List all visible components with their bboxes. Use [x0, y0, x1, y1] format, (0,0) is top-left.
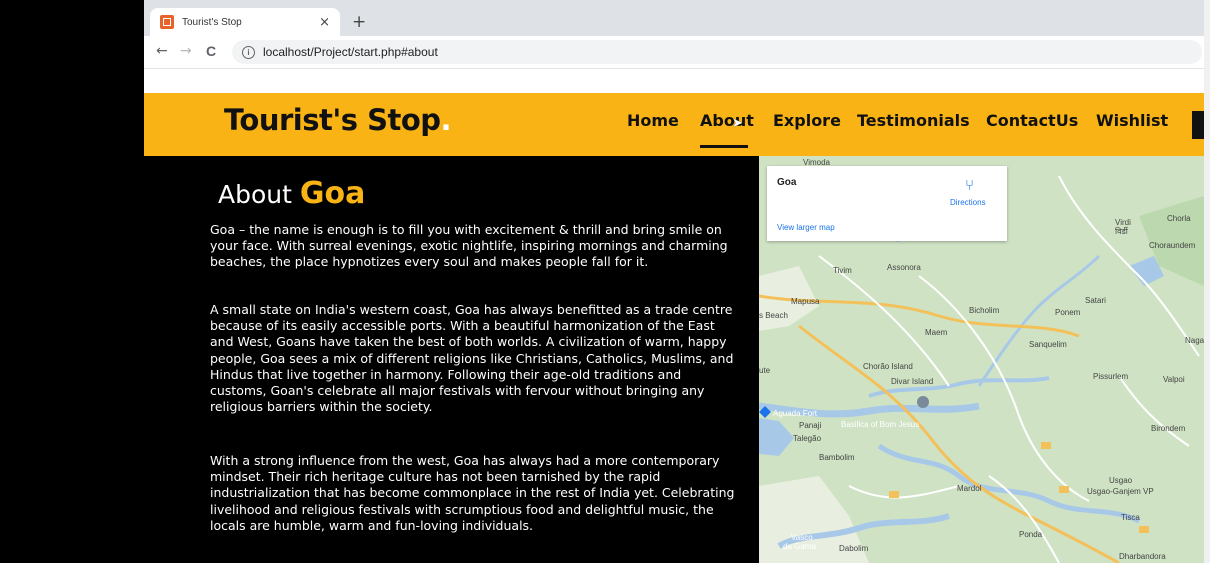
map-label-dagama: da Gama [783, 542, 816, 551]
new-tab-icon[interactable]: + [352, 12, 366, 32]
map-place-name: Goa [777, 177, 797, 188]
header-button[interactable] [1192, 111, 1204, 139]
map-label-mardol: Mardol [957, 484, 982, 493]
browser-tab[interactable]: Tourist's Stop × [150, 8, 340, 36]
about-section: About Goa Goa – the name is enough is to… [144, 156, 759, 563]
nav-home[interactable]: Home [627, 111, 679, 130]
map-label-beach: s Beach [759, 311, 788, 320]
map-label-chorla: Chorla [1167, 214, 1191, 223]
directions-icon[interactable]: ⑂ [965, 176, 974, 194]
about-title-highlight: Goa [299, 176, 366, 211]
logo-dot: . [440, 103, 452, 137]
map-label-usgao-vp: Usgao-Ganjem VP [1087, 487, 1154, 496]
site-info-icon[interactable]: i [242, 45, 255, 59]
reload-icon[interactable]: C [206, 43, 216, 59]
map-label-assonora: Assonora [887, 263, 921, 272]
directions-link[interactable]: Directions [950, 198, 986, 207]
map-label-satari: Satari [1085, 296, 1106, 305]
about-paragraph-3: With a strong influence from the west, G… [210, 453, 735, 533]
nav-wishlist[interactable]: Wishlist [1096, 111, 1168, 130]
map-label-ponem: Ponem [1055, 308, 1081, 317]
map-label-valpoi: Valpoi [1163, 375, 1185, 384]
map-label-ponda: Ponda [1019, 530, 1043, 539]
nav-about[interactable]: About [700, 111, 754, 130]
left-black-border [0, 0, 144, 563]
map-label-tivim: Tivim [833, 266, 852, 275]
tab-close-icon[interactable]: × [319, 15, 330, 30]
about-paragraph-1: Goa – the name is enough is to fill you … [210, 222, 728, 270]
right-scroll-edge [1204, 0, 1210, 563]
map-label-brondem: Birondem [1151, 424, 1186, 433]
tab-favicon-icon [160, 15, 174, 29]
about-title-prefix: About [218, 180, 292, 209]
map-label-vasco: Vasco [791, 533, 813, 542]
map-label-choraundem: Choraundem [1149, 241, 1196, 250]
embedded-map[interactable]: Vimoda Virdi विर्डी Chorla Choraundem Ti… [759, 156, 1204, 563]
map-label-divar: Divar Island [891, 377, 934, 386]
nav-testimonials[interactable]: Testimonials [857, 111, 970, 130]
map-label-naga: Naga [1185, 336, 1204, 345]
map-label-dabolim: Dabolim [839, 544, 869, 553]
map-label-basilica: Basilica of Bom Jesus [841, 420, 920, 429]
map-label-pissurlem: Pissurlem [1093, 372, 1129, 381]
map-label-bicholim: Bicholim [969, 306, 1000, 315]
view-larger-map-link[interactable]: View larger map [777, 223, 835, 232]
map-label-panaji: Panaji [799, 421, 822, 430]
map-label-dharbandora: Dharbandora [1119, 552, 1166, 561]
map-label-mapusa: Mapusa [791, 297, 820, 306]
nav-explore[interactable]: Explore [773, 111, 841, 130]
address-bar[interactable]: i localhost/Project/start.php#about [232, 40, 1202, 64]
nav-contactus[interactable]: ContactUs [986, 111, 1078, 130]
map-label-chorao: Chorão Island [863, 362, 913, 371]
map-label-usgao: Usgao [1109, 476, 1133, 485]
map-label-tisca: Tisca [1121, 513, 1140, 522]
map-label-sanquelim: Sanquelim [1029, 340, 1067, 349]
map-label-aguada: Aguada Fort [773, 409, 818, 418]
map-label-ute: ute [759, 366, 771, 375]
map-info-card: Goa ⑂ Directions View larger map [767, 166, 1007, 241]
forward-arrow-icon[interactable]: → [180, 43, 192, 59]
browser-toolbar: ← → C i localhost/Project/start.php#abou… [144, 36, 1204, 69]
nav-active-underline [700, 145, 748, 148]
map-label-talegao: Talegão [793, 434, 822, 443]
tab-title: Tourist's Stop [182, 16, 242, 28]
about-title: About Goa [218, 176, 365, 211]
logo-text: Tourist's Stop [224, 103, 441, 137]
site-logo[interactable]: Tourist's Stop. [224, 103, 452, 137]
url-text: localhost/Project/start.php#about [263, 45, 438, 59]
map-label-virdi-local: विर्डी [1115, 227, 1128, 236]
page-top-gap [144, 69, 1204, 93]
map-label-maem: Maem [925, 328, 948, 337]
map-label-bambolim: Bambolim [819, 453, 855, 462]
about-paragraph-2: A small state on India's western coast, … [210, 302, 734, 415]
back-arrow-icon[interactable]: ← [156, 43, 168, 59]
site-header: Tourist's Stop. Home About Explore Testi… [144, 93, 1204, 156]
mouse-cursor-icon: ➤ [732, 116, 743, 131]
